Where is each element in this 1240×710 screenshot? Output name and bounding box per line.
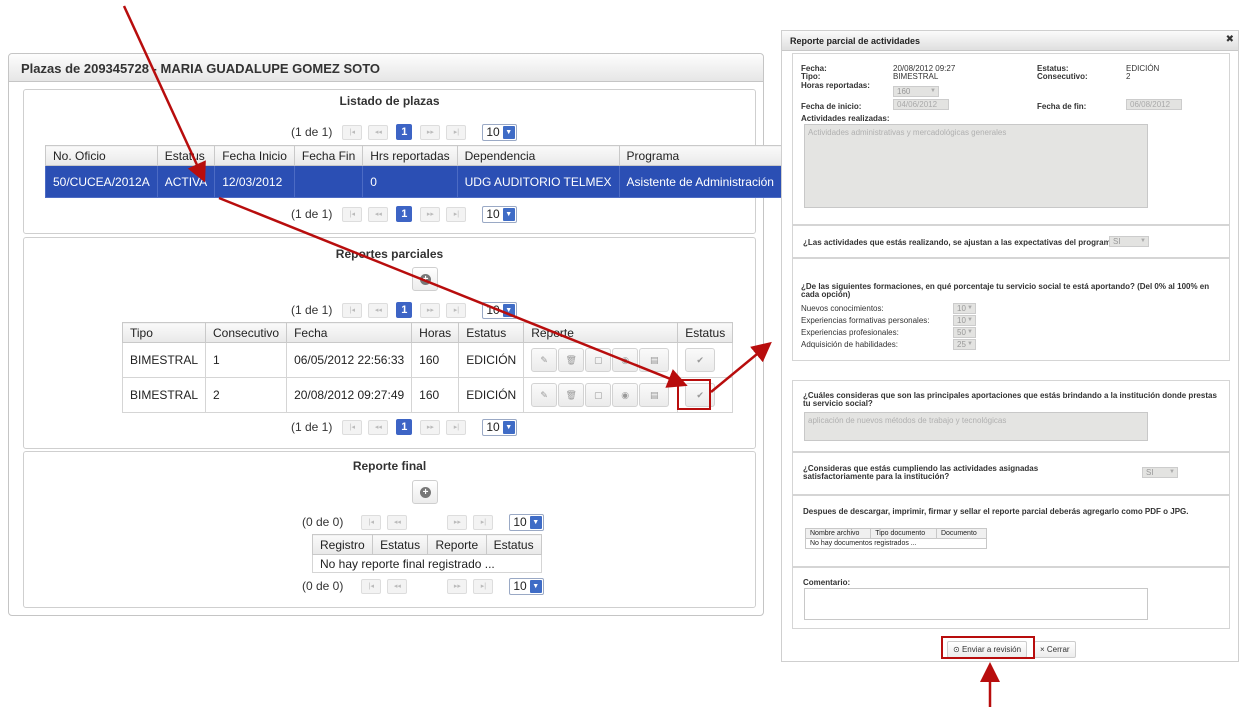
annotation-arrows: [122, 5, 1000, 707]
arrow-to-dialog: [710, 341, 772, 393]
arrow-to-check: [218, 196, 688, 388]
arrow-to-row: [122, 5, 206, 183]
